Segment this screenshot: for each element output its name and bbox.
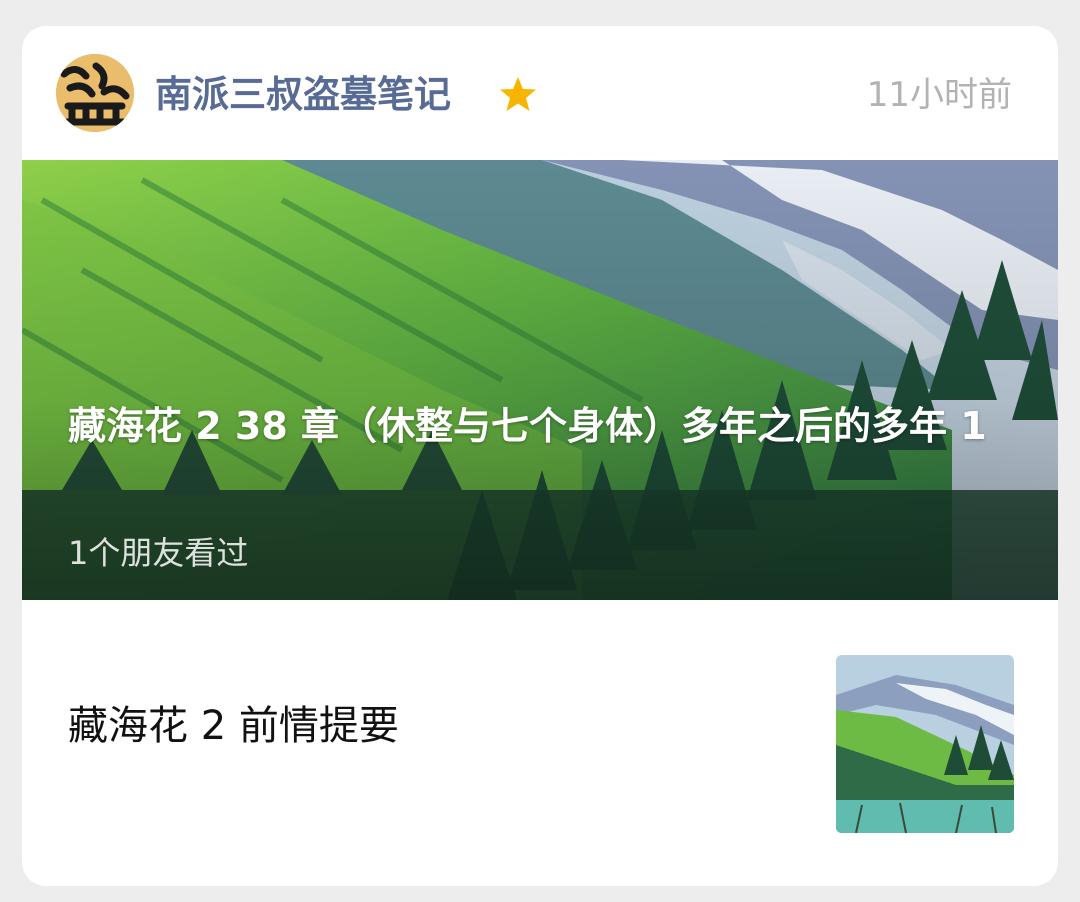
- account-avatar[interactable]: [56, 54, 134, 132]
- article-thumbnail: [836, 655, 1014, 833]
- post-timestamp: 11小时前: [866, 75, 1012, 115]
- article-title: 藏海花 2 前情提要: [68, 703, 399, 749]
- article-card[interactable]: 南派三叔盗墓笔记 11小时前 藏海花 2 38 章（休整与七个身体）多年之后的多…: [22, 26, 1058, 886]
- account-name[interactable]: 南派三叔盗墓笔记: [155, 70, 451, 120]
- featured-title: 藏海花 2 38 章（休整与七个身体）多年之后的多年 1: [68, 404, 987, 448]
- account-header: 南派三叔盗墓笔记 11小时前: [22, 26, 1058, 160]
- article-list-item[interactable]: 藏海花 2 前情提要: [22, 600, 1058, 886]
- friends-read-count: 1个朋友看过: [68, 534, 249, 572]
- star-icon: [500, 77, 536, 111]
- avatar-logo-icon: [56, 54, 134, 132]
- thumbnail-image: [836, 655, 1014, 833]
- featured-article[interactable]: 藏海花 2 38 章（休整与七个身体）多年之后的多年 1 1个朋友看过: [22, 160, 1058, 600]
